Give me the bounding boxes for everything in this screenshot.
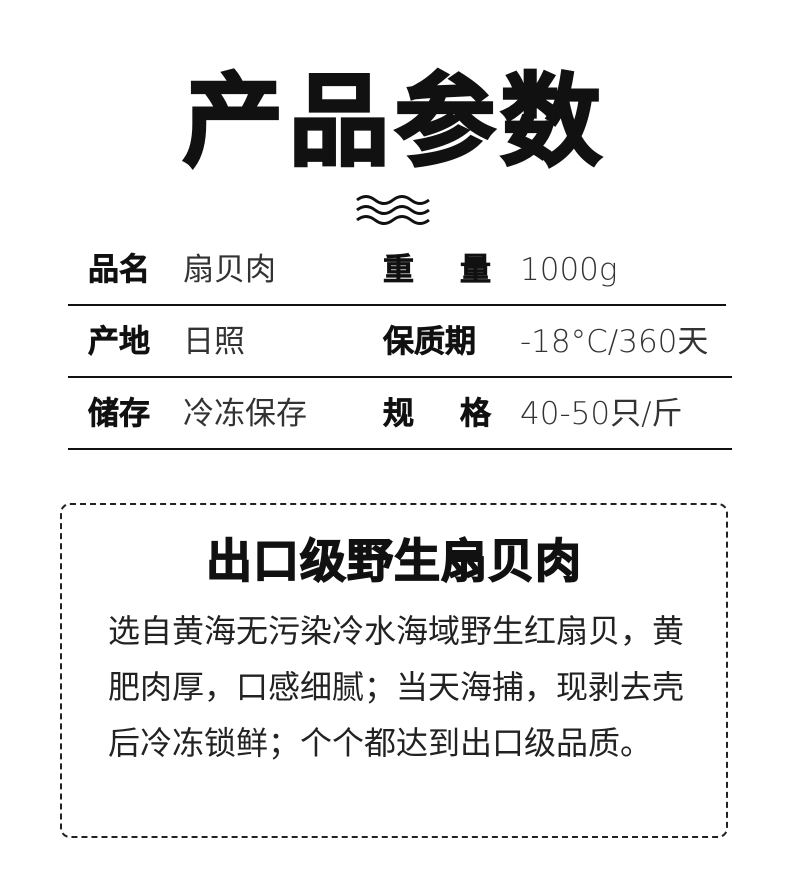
param-row: 产地 日照 保质期 -18°C/360天 xyxy=(68,306,732,378)
param-label: 重 量 xyxy=(383,250,492,290)
param-label: 规 格 xyxy=(383,394,492,434)
param-label-char: 保质期 xyxy=(383,324,477,361)
page-title: 产品参数 xyxy=(182,62,607,182)
param-row: 储存 冷冻保存 规 格 40-50只/斤 xyxy=(68,378,732,450)
feature-title: 出口级野生扇贝肉 xyxy=(205,533,582,589)
row-divider xyxy=(68,448,732,450)
parameter-table: 品名 扇贝肉 重 量 1000g 产地 日照 保质期 -18°C/360天 储存… xyxy=(68,234,732,450)
param-label-char: 格 xyxy=(460,396,492,433)
param-value: 冷冻保存 xyxy=(183,396,307,432)
param-label: 产地 xyxy=(88,324,151,361)
param-label-char: 规 xyxy=(383,396,415,433)
param-label: 品名 xyxy=(88,252,151,289)
feature-description: 选自黄海无污染冷水海域野生红扇贝，黄肥肉厚，口感细腻；当天海捕，现剥去壳后冷冻锁… xyxy=(108,612,685,762)
param-value: 日照 xyxy=(183,324,245,360)
param-value: 40-50只/斤 xyxy=(520,396,683,432)
param-value: 扇贝肉 xyxy=(183,252,276,288)
feature-box: 出口级野生扇贝肉 选自黄海无污染冷水海域野生红扇贝，黄肥肉厚，口感细腻；当天海捕… xyxy=(60,503,728,838)
param-label: 储存 xyxy=(88,396,151,433)
param-value: 1000g xyxy=(520,252,618,288)
param-label-char: 重 xyxy=(383,252,415,289)
param-label-char: 量 xyxy=(460,252,492,289)
wave-lines-icon xyxy=(356,195,430,225)
param-label: 保质期 xyxy=(383,322,491,362)
param-row: 品名 扇贝肉 重 量 1000g xyxy=(68,234,732,306)
param-value: -18°C/360天 xyxy=(520,324,709,360)
